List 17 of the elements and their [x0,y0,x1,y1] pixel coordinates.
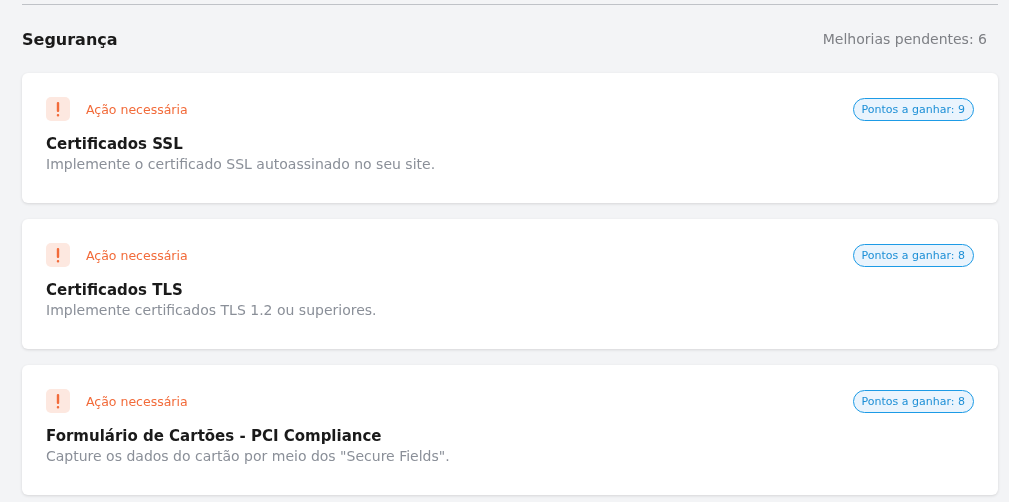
item-title: Formulário de Cartões - PCI Compliance [46,427,383,445]
status-label: Ação necessária [86,101,188,117]
item-description: Capture os dados do cartão por meio dos "Secure Fields". [46,448,451,464]
exclamation-icon [46,389,70,413]
pending-count: Melhorias pendentes: 6 [822,31,987,47]
section-title: Segurança [22,29,118,49]
item-description: Implemente o certificado SSL autoassinado no seu site. [46,156,437,172]
status-label: Ação necessária [86,393,188,409]
points-badge: Pontos a ganhar: 8 [852,243,974,267]
item-title: Certificados SSL [46,135,184,153]
exclamation-icon [46,243,70,267]
exclamation-icon [46,97,70,121]
points-badge: Pontos a ganhar: 9 [852,97,974,121]
status-label: Ação necessária [86,247,188,263]
item-description: Implemente certificados TLS 1.2 ou superiores. [46,302,378,318]
points-badge: Pontos a ganhar: 8 [852,389,974,413]
item-title: Certificados TLS [46,281,184,299]
